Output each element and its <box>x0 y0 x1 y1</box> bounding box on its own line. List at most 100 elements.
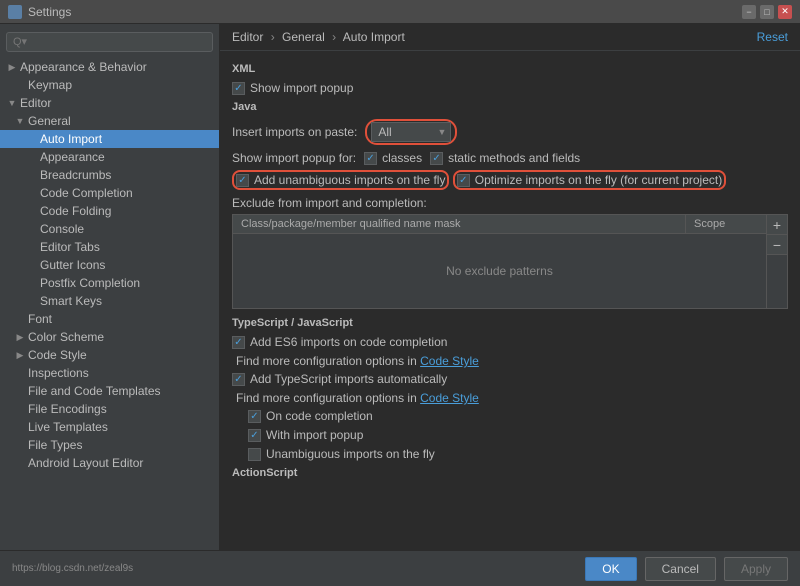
ts-add-typescript-label: Add TypeScript imports automatically <box>250 372 447 386</box>
checkbox-classes[interactable] <box>364 152 377 165</box>
arrow-icon <box>14 439 26 451</box>
sidebar-label: File and Code Templates <box>28 384 161 398</box>
sidebar-item-color-scheme[interactable]: ▶ Color Scheme <box>0 328 219 346</box>
table-remove-button[interactable]: − <box>767 235 787 255</box>
app-icon <box>8 5 22 19</box>
table-add-button[interactable]: + <box>767 215 787 235</box>
breadcrumb-bar: Editor › General › Auto Import Reset <box>220 24 800 51</box>
checkbox-ts-unambiguous[interactable] <box>248 448 261 461</box>
sidebar-item-auto-import[interactable]: Auto Import <box>0 130 219 148</box>
classes-checkbox-wrap[interactable]: classes <box>364 151 422 165</box>
sidebar-label: Console <box>40 222 84 236</box>
apply-button[interactable]: Apply <box>724 557 788 581</box>
ts-on-completion-checkbox-wrap[interactable]: On code completion <box>248 409 373 423</box>
main-container: ▶ Appearance & Behavior Keymap ▼ Editor … <box>0 24 800 550</box>
breadcrumb: Editor › General › Auto Import <box>232 30 405 44</box>
xml-show-popup-checkbox[interactable]: Show import popup <box>232 81 353 95</box>
arrow-icon <box>14 79 26 91</box>
insert-imports-label: Insert imports on paste: <box>232 125 357 139</box>
sidebar-label: Auto Import <box>40 132 102 146</box>
sidebar-item-file-encodings[interactable]: File Encodings <box>0 400 219 418</box>
title-bar-text: Settings <box>28 5 736 19</box>
sidebar-label: Editor <box>20 96 51 110</box>
checkbox-ts-on-completion[interactable] <box>248 410 261 423</box>
sidebar-label: Gutter Icons <box>40 258 105 272</box>
table-side-buttons: + − <box>766 215 787 308</box>
search-input[interactable] <box>6 32 213 52</box>
sidebar-item-code-folding[interactable]: Code Folding <box>0 202 219 220</box>
checkbox-optimize-imports[interactable] <box>457 174 470 187</box>
arrow-icon: ▼ <box>6 97 18 109</box>
sidebar-item-file-types[interactable]: File Types <box>0 436 219 454</box>
arrow-icon <box>14 403 26 415</box>
ts-with-popup-checkbox-wrap[interactable]: With import popup <box>248 428 363 442</box>
sidebar-item-breadcrumbs[interactable]: Breadcrumbs <box>0 166 219 184</box>
ts-unambiguous-label: Unambiguous imports on the fly <box>266 447 435 461</box>
arrow-icon <box>26 259 38 271</box>
static-methods-label: static methods and fields <box>448 151 580 165</box>
arrow-icon <box>26 133 38 145</box>
sidebar-item-postfix-completion[interactable]: Postfix Completion <box>0 274 219 292</box>
close-button[interactable]: ✕ <box>778 5 792 19</box>
sidebar-label: Postfix Completion <box>40 276 140 290</box>
sidebar-item-editor-tabs[interactable]: Editor Tabs <box>0 238 219 256</box>
content-body: XML Show import popup Java Insert import… <box>220 51 800 493</box>
static-methods-checkbox-wrap[interactable]: static methods and fields <box>430 151 580 165</box>
arrow-icon <box>26 205 38 217</box>
sidebar-item-editor[interactable]: ▼ Editor <box>0 94 219 112</box>
sidebar-item-android-layout-editor[interactable]: Android Layout Editor <box>0 454 219 472</box>
sidebar-label: Smart Keys <box>40 294 102 308</box>
sidebar-label: Appearance & Behavior <box>20 60 147 74</box>
ts-with-popup-row: With import popup <box>248 428 788 442</box>
sidebar-item-file-code-templates[interactable]: File and Code Templates <box>0 382 219 400</box>
window-controls: − □ ✕ <box>742 5 792 19</box>
table-wrap: Class/package/member qualified name mask… <box>233 215 787 308</box>
table-col-scope: Scope <box>686 215 766 233</box>
sidebar-item-keymap[interactable]: Keymap <box>0 76 219 94</box>
checkbox-xml-show-popup[interactable] <box>232 82 245 95</box>
ts-code-style-link-1[interactable]: Code Style <box>420 354 479 368</box>
sidebar-label: Live Templates <box>28 420 108 434</box>
ts-unambiguous-checkbox-wrap[interactable]: Unambiguous imports on the fly <box>248 447 435 461</box>
add-unambiguous-label: Add unambiguous imports on the fly <box>254 173 445 187</box>
ts-on-completion-label: On code completion <box>266 409 373 423</box>
sidebar-item-font[interactable]: Font <box>0 310 219 328</box>
checkbox-static-methods[interactable] <box>430 152 443 165</box>
sidebar-item-appearance-behavior[interactable]: ▶ Appearance & Behavior <box>0 58 219 76</box>
checkbox-ts-with-popup[interactable] <box>248 429 261 442</box>
ts-code-style-link-2[interactable]: Code Style <box>420 391 479 405</box>
optimize-imports-checkbox-wrap[interactable]: Optimize imports on the fly (for current… <box>457 173 722 187</box>
sidebar-item-general[interactable]: ▼ General <box>0 112 219 130</box>
sidebar-item-code-completion[interactable]: Code Completion <box>0 184 219 202</box>
ts-add-es6-label: Add ES6 imports on code completion <box>250 335 447 349</box>
ts-find-config-label-1: Find more configuration options in <box>236 354 417 368</box>
sidebar-item-inspections[interactable]: Inspections <box>0 364 219 382</box>
add-unambiguous-checkbox-wrap[interactable]: Add unambiguous imports on the fly <box>236 173 445 187</box>
sidebar-item-appearance[interactable]: Appearance <box>0 148 219 166</box>
cancel-button[interactable]: Cancel <box>645 557 716 581</box>
xml-show-popup-row: Show import popup <box>232 81 788 95</box>
checkbox-ts-add-es6[interactable] <box>232 336 245 349</box>
sidebar-item-live-templates[interactable]: Live Templates <box>0 418 219 436</box>
insert-imports-select[interactable]: All Ask None <box>371 122 451 142</box>
ts-on-completion-row: On code completion <box>248 409 788 423</box>
sidebar-label: Font <box>28 312 52 326</box>
sidebar-item-smart-keys[interactable]: Smart Keys <box>0 292 219 310</box>
minimize-button[interactable]: − <box>742 5 756 19</box>
maximize-button[interactable]: □ <box>760 5 774 19</box>
ts-add-es6-row: Add ES6 imports on code completion <box>232 335 788 349</box>
ts-add-es6-checkbox-wrap[interactable]: Add ES6 imports on code completion <box>232 335 447 349</box>
arrow-icon <box>26 151 38 163</box>
checkbox-add-unambiguous[interactable] <box>236 174 249 187</box>
ok-button[interactable]: OK <box>585 557 636 581</box>
ts-add-typescript-checkbox-wrap[interactable]: Add TypeScript imports automatically <box>232 372 447 386</box>
reset-button[interactable]: Reset <box>757 30 788 44</box>
sidebar-item-code-style[interactable]: ▶ Code Style <box>0 346 219 364</box>
sidebar-item-console[interactable]: Console <box>0 220 219 238</box>
checkbox-ts-add-typescript[interactable] <box>232 373 245 386</box>
unambiguous-imports-highlight: Add unambiguous imports on the fly <box>232 170 449 190</box>
sidebar-item-gutter-icons[interactable]: Gutter Icons <box>0 256 219 274</box>
bottom-bar: https://blog.csdn.net/zeal9s OK Cancel A… <box>0 550 800 586</box>
arrow-icon <box>26 241 38 253</box>
sidebar-label: Android Layout Editor <box>28 456 143 470</box>
